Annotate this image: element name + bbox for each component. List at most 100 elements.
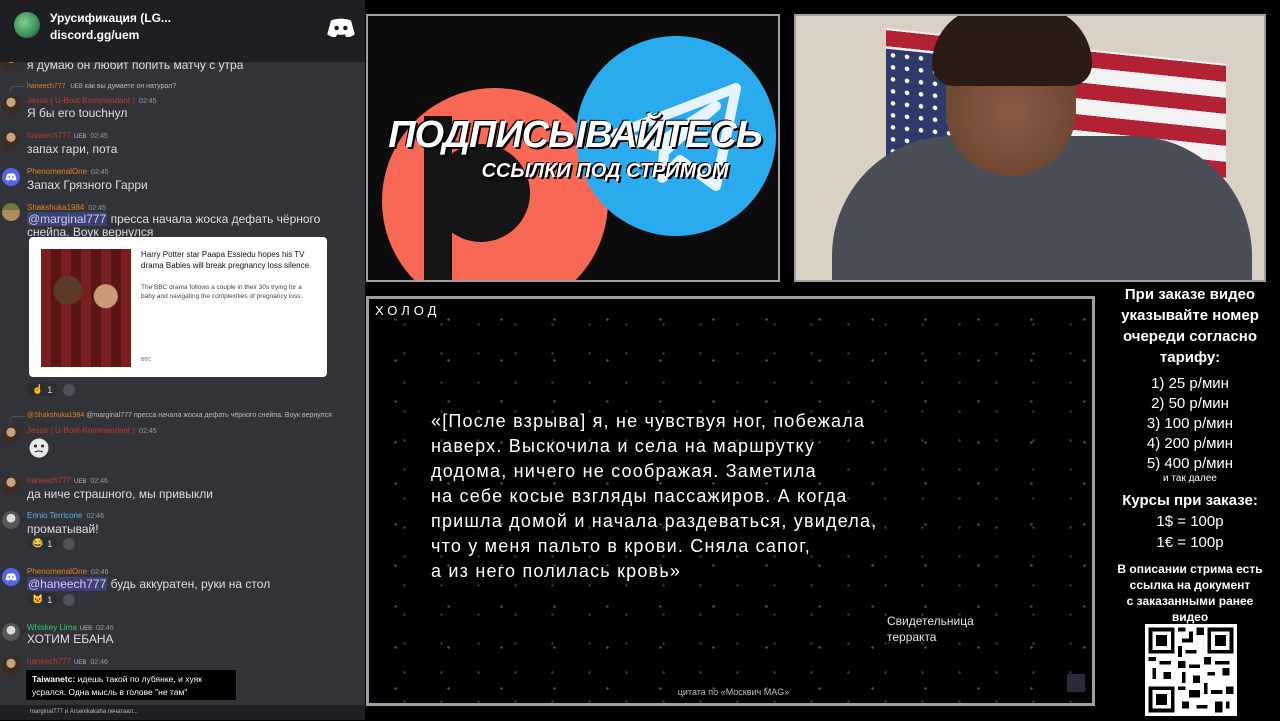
server-invite-link[interactable]: discord.gg/uem xyxy=(50,28,139,42)
currency-rate: 1$ = 100р xyxy=(1156,513,1224,530)
username-text: haneech777 xyxy=(27,657,72,666)
rate-item: 3) 100 р/мин xyxy=(1146,415,1234,432)
discord-icon xyxy=(5,573,17,581)
message-text-body: будь аккуратен, руки на стол xyxy=(107,577,271,591)
reply-badge: UEB xyxy=(70,84,83,90)
face-emote-icon xyxy=(28,437,50,459)
reaction-pill[interactable]: ☝ 1 xyxy=(27,383,58,396)
username[interactable]: PhenomenalOne 02:46 xyxy=(27,567,109,576)
avatar[interactable] xyxy=(2,168,20,186)
reaction-count: 1 xyxy=(47,538,53,549)
reaction-count: 1 xyxy=(47,594,53,605)
avatar[interactable] xyxy=(2,568,20,586)
reply-connector xyxy=(10,86,25,93)
username[interactable]: haneech777 UEB 02:45 xyxy=(27,131,108,140)
message-text: @haneech777 будь аккуратен, руки на стол xyxy=(27,577,270,591)
order-info-panel: При заказе видео указывайте номер очеред… xyxy=(1100,284,1280,625)
rate-list: 1) 25 р/мин 2) 50 р/мин 3) 100 р/мин 4) … xyxy=(1100,374,1280,474)
timestamp: 02:46 xyxy=(86,513,104,520)
avatar[interactable] xyxy=(2,623,20,641)
username-text: PhenomenalOne xyxy=(27,567,88,576)
username-text: Ennio Terricone xyxy=(27,511,83,520)
discord-chat-panel: я думаю он любит попить матчу с утра han… xyxy=(0,0,365,720)
server-header[interactable]: Урусификация (LG... discord.gg/uem xyxy=(0,0,365,62)
link-embed-card[interactable]: Harry Potter star Paapa Essiedu hopes hi… xyxy=(29,237,327,377)
avatar[interactable] xyxy=(2,657,20,675)
message-text-body: пресса начала жоска дефать чёрного xyxy=(107,212,321,226)
reaction-emoji-icon: 🐱 xyxy=(32,594,44,604)
quote-source: цитата по «Москвич MAG» xyxy=(677,687,790,697)
reply-preview[interactable]: haneech777 UEB как вы думаете он натурал… xyxy=(27,83,176,90)
mention[interactable]: @marginal777 xyxy=(27,212,108,226)
avatar[interactable] xyxy=(2,511,20,529)
timestamp: 02:45 xyxy=(91,169,109,176)
reaction-bar: ☝ 1 xyxy=(27,382,76,397)
add-reaction-icon[interactable] xyxy=(63,383,76,396)
avatar[interactable] xyxy=(2,203,20,221)
banner-subtitle: ССЫЛКИ ПОД СТРИМОМ xyxy=(481,160,729,182)
rate-item: 2) 50 р/мин xyxy=(1151,395,1229,412)
username[interactable]: Whiskey Lima UEB 02:46 xyxy=(27,623,114,632)
username[interactable]: Shakshuka1984 02:45 xyxy=(27,203,106,212)
quote-text: «[После взрыва] я, не чувствуя ног, побе… xyxy=(431,411,878,581)
message-text: @marginal777 пресса начала жоска дефать … xyxy=(27,212,320,226)
qr-code-icon xyxy=(1145,624,1237,716)
add-reaction-icon[interactable] xyxy=(63,593,76,606)
username[interactable]: Jesus ( U-Boot-Kommandant ) 02:45 xyxy=(27,96,157,105)
discord-logo-icon xyxy=(327,18,355,38)
message-text: запах гари, пота xyxy=(27,142,118,156)
rate-item: 4) 200 р/мин xyxy=(1146,435,1234,452)
quote-attribution: Свидетельница терракта xyxy=(887,614,974,644)
server-icon[interactable] xyxy=(14,12,40,38)
username[interactable]: haneech777 UEB 02:46 xyxy=(27,657,108,666)
username[interactable]: PhenomenalOne 02:45 xyxy=(27,167,109,176)
avatar[interactable] xyxy=(2,476,20,494)
chat-message: haneech777 UEB 02:46 да ниче страшного, мы… xyxy=(0,475,365,505)
corner-watermark xyxy=(1067,674,1085,692)
overlay-message: Taiwanetc: идешь такой по лубянке, и хуя… xyxy=(32,673,202,699)
embed-description: The BBC drama follows a couple in their … xyxy=(141,284,303,300)
reply-username: haneech777 xyxy=(27,83,66,90)
username[interactable]: Jesus ( U-Boot-Kommandant ) 02:45 xyxy=(27,426,157,435)
username[interactable]: haneech777 UEB 02:46 xyxy=(27,476,108,485)
embed-thumbnail[interactable] xyxy=(41,249,131,367)
currency-rate: 1€ = 100р xyxy=(1156,534,1224,551)
embed-source: BBC xyxy=(141,357,152,363)
username-text: Whiskey Lima xyxy=(27,623,77,632)
user-badge: UEB xyxy=(74,479,87,485)
chat-message: haneech777 UEB 02:45 запах гари, пота xyxy=(0,130,365,160)
mention[interactable]: @haneech777 xyxy=(27,577,108,591)
chat-message: @Shakshuka1984 @marginal777 пресса начал… xyxy=(0,408,365,470)
message-text: Запах Грязного Гарри xyxy=(27,178,148,192)
reaction-bar: 😂 1 xyxy=(27,536,76,551)
server-name[interactable]: Урусификация (LG... xyxy=(50,11,171,25)
timestamp: 02:46 xyxy=(90,478,108,485)
username-text: PhenomenalOne xyxy=(27,167,88,176)
reaction-bar: 🐱 1 xyxy=(27,592,76,607)
currency-title: Курсы при заказе: xyxy=(1122,492,1258,509)
chat-message: Shakshuka1984 02:45 @marginal777 пресса н… xyxy=(0,202,365,239)
avatar[interactable] xyxy=(2,96,20,114)
video-player[interactable]: ХОЛОД «[После взрыва] я, не чувствуя ног… xyxy=(366,296,1095,706)
reply-username: @Shakshuka1984 xyxy=(27,412,85,419)
add-reaction-icon[interactable] xyxy=(63,537,76,550)
chat-message: Whiskey Lima UEB 02:46 ХОТИМ ЕБАНА xyxy=(0,622,365,652)
rate-item: 1) 25 р/мин xyxy=(1151,375,1229,392)
username-text: Jesus ( U-Boot-Kommandant ) xyxy=(27,96,136,105)
reply-preview[interactable]: @Shakshuka1984 @marginal777 пресса начал… xyxy=(27,412,332,419)
embed-title[interactable]: Harry Potter star Paapa Essiedu hopes hi… xyxy=(141,249,317,271)
message-text: Я бы его touchнул xyxy=(27,106,128,120)
timestamp: 02:46 xyxy=(91,569,109,576)
timestamp: 02:45 xyxy=(88,205,106,212)
reaction-pill[interactable]: 😂 1 xyxy=(27,537,58,550)
reaction-pill[interactable]: 🐱 1 xyxy=(27,593,58,606)
qr-code xyxy=(1145,624,1237,716)
overlay-username: Taiwanetc: xyxy=(32,674,76,684)
message-text: да ниче страшного, мы привыкли xyxy=(27,487,213,501)
avatar[interactable] xyxy=(2,426,20,444)
username[interactable]: Ennio Terricone 02:46 xyxy=(27,511,104,520)
banner-title: ПОДПИСЫВАЙТЕСЬ xyxy=(388,114,763,156)
username-text: haneech777 xyxy=(27,131,72,140)
timestamp: 02:45 xyxy=(90,133,108,140)
avatar[interactable] xyxy=(2,131,20,149)
